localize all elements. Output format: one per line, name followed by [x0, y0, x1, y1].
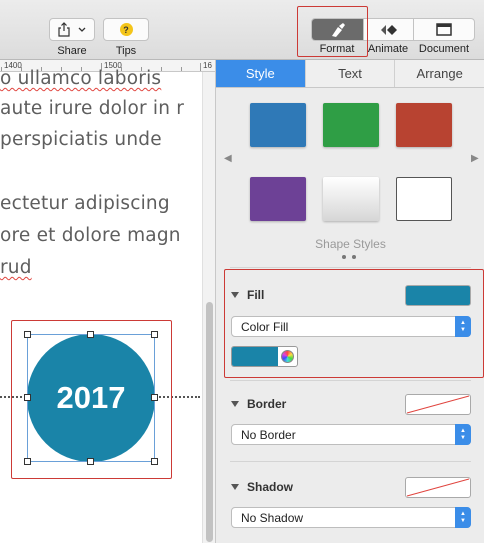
animate-button[interactable]	[364, 19, 414, 40]
shadow-type-popup[interactable]: No Shadow ▲ ▼	[231, 507, 471, 528]
resize-handle[interactable]	[87, 458, 94, 465]
text-line: ore et dolore magn	[0, 225, 181, 246]
text-line: perspiciatis unde	[0, 129, 162, 150]
resize-handle[interactable]	[24, 331, 31, 338]
document-canvas[interactable]: 1400 1500 16 o ullamco laboris aute irur…	[0, 60, 215, 543]
document-button[interactable]	[414, 19, 474, 40]
border-section-header[interactable]: Border	[231, 397, 286, 411]
disclosure-triangle-icon	[231, 292, 239, 298]
fill-type-popup[interactable]: Color Fill ▲ ▼	[231, 316, 471, 337]
resize-handle[interactable]	[151, 331, 158, 338]
question-icon: ?	[119, 23, 133, 36]
stepper-arrows-icon: ▲ ▼	[455, 507, 471, 528]
no-color-icon	[406, 478, 470, 497]
connector-line-right	[156, 396, 200, 398]
style-swatch-red[interactable]	[396, 103, 452, 147]
connector-line-left	[0, 396, 26, 398]
document-label: Document	[418, 43, 470, 55]
tab-style[interactable]: Style	[216, 60, 306, 87]
shadow-label: Shadow	[247, 480, 294, 494]
chevron-down-icon	[78, 27, 86, 32]
share-button[interactable]	[49, 18, 95, 41]
fill-color-swatch[interactable]	[232, 347, 278, 366]
fill-color-well[interactable]	[405, 285, 471, 306]
ruler-label: 16	[203, 61, 212, 70]
format-button[interactable]	[312, 19, 364, 40]
tab-arrange[interactable]: Arrange	[395, 60, 484, 87]
paintbrush-icon	[331, 22, 345, 37]
stepper-arrows-icon: ▲ ▼	[455, 424, 471, 445]
stepper-arrows-icon: ▲ ▼	[455, 316, 471, 337]
selection-border	[27, 334, 155, 462]
vertical-scrollbar[interactable]	[202, 72, 215, 543]
shape-styles: ◀ ▶ Shape Styles	[216, 89, 484, 267]
border-type-popup[interactable]: No Border ▲ ▼	[231, 424, 471, 445]
shape-styles-label: Shape Styles	[315, 237, 386, 251]
tips-button[interactable]: ?	[103, 18, 149, 41]
disclosure-triangle-icon	[231, 401, 239, 407]
resize-handle[interactable]	[24, 458, 31, 465]
page-indicator	[342, 255, 356, 259]
no-color-icon	[406, 395, 470, 414]
text-line: aute irure dolor in r	[0, 98, 185, 119]
shadow-section-header[interactable]: Shadow	[231, 480, 293, 494]
text-line: ectetur adipiscing	[0, 193, 170, 214]
resize-handle[interactable]	[151, 458, 158, 465]
style-swatch-purple[interactable]	[250, 177, 306, 221]
tips-label: Tips	[115, 45, 137, 57]
document-icon	[436, 23, 452, 36]
tips-group: ? Tips	[103, 0, 149, 57]
style-swatch-blue[interactable]	[250, 103, 306, 147]
color-wheel-button[interactable]	[278, 347, 297, 366]
text-line: o ullamco laboris	[0, 68, 162, 89]
disclosure-triangle-icon	[231, 484, 239, 490]
fill-label: Fill	[247, 288, 265, 302]
previous-arrow-icon[interactable]: ◀	[224, 153, 232, 164]
animate-icon	[380, 24, 397, 35]
resize-handle[interactable]	[87, 331, 94, 338]
share-icon	[58, 22, 70, 37]
shadow-color-well[interactable]	[405, 477, 471, 498]
style-swatch-green[interactable]	[323, 103, 379, 147]
tab-text[interactable]: Text	[305, 60, 396, 87]
segmented-labels: Format Animate Document	[311, 43, 475, 55]
style-swatch-gradient[interactable]	[323, 177, 379, 221]
resize-handle[interactable]	[24, 394, 31, 401]
share-group: Share	[49, 0, 95, 57]
border-color-well[interactable]	[405, 394, 471, 415]
scroll-thumb[interactable]	[206, 302, 213, 542]
format-inspector: Style Text Arrange ◀ ▶ Shape Styles Fill…	[215, 60, 484, 543]
fill-color-picker[interactable]	[231, 346, 298, 367]
text-line: rud	[0, 257, 32, 278]
inspector-tabs: Style Text Arrange	[216, 60, 484, 88]
next-arrow-icon[interactable]: ▶	[471, 153, 479, 164]
color-wheel-icon	[281, 350, 294, 363]
style-swatch-outline[interactable]	[396, 177, 452, 221]
toolbar: Share ? Tips Format Animate Document	[0, 0, 484, 60]
format-label: Format	[319, 43, 355, 55]
fill-section-header[interactable]: Fill	[231, 288, 264, 302]
border-label: Border	[247, 397, 287, 411]
animate-label: Animate	[367, 43, 409, 55]
inspector-segmented-control	[311, 18, 475, 41]
resize-handle[interactable]	[151, 394, 158, 401]
share-label: Share	[57, 45, 87, 57]
